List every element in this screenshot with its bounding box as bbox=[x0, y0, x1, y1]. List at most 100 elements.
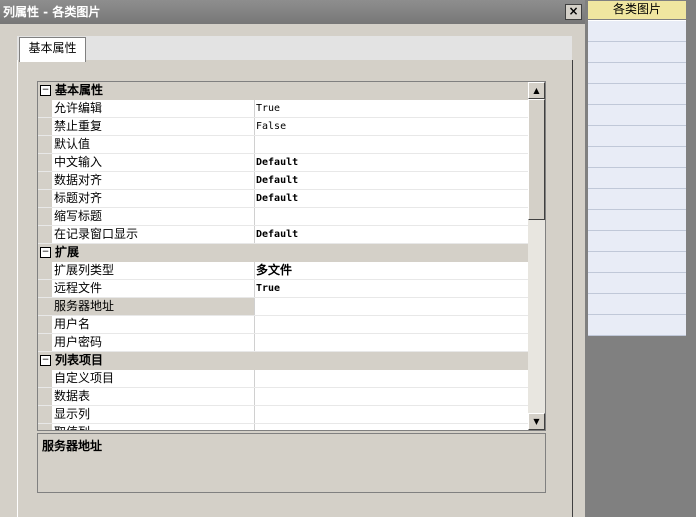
property-row[interactable]: 用户密码 bbox=[38, 334, 528, 352]
property-name[interactable]: 自定义项目 bbox=[52, 370, 255, 387]
property-value[interactable] bbox=[256, 424, 526, 430]
property-row[interactable]: 服务器地址 bbox=[38, 298, 528, 316]
property-name[interactable]: 用户名 bbox=[52, 316, 255, 333]
property-row[interactable]: 默认值 bbox=[38, 136, 528, 154]
property-name[interactable]: 取值列 bbox=[52, 424, 255, 430]
property-row[interactable]: 数据表 bbox=[38, 388, 528, 406]
tab-basic-properties[interactable]: 基本属性 bbox=[19, 37, 86, 62]
property-value[interactable]: Default bbox=[256, 154, 526, 171]
property-name[interactable]: 在记录窗口显示 bbox=[52, 226, 255, 243]
property-value[interactable]: True bbox=[256, 100, 526, 117]
preview-row[interactable] bbox=[588, 231, 686, 252]
preview-row[interactable] bbox=[588, 42, 686, 63]
property-row[interactable]: 用户名 bbox=[38, 316, 528, 334]
category-row[interactable]: − 基本属性 bbox=[38, 82, 528, 100]
property-value[interactable]: Default bbox=[256, 172, 526, 189]
preview-row[interactable] bbox=[588, 126, 686, 147]
property-row[interactable]: 禁止重复 False bbox=[38, 118, 528, 136]
property-name[interactable]: 默认值 bbox=[52, 136, 255, 153]
preview-row[interactable] bbox=[588, 63, 686, 84]
gutter bbox=[38, 100, 52, 117]
category-label: 列表项目 bbox=[55, 353, 104, 367]
preview-row[interactable] bbox=[588, 273, 686, 294]
property-value[interactable] bbox=[256, 208, 526, 225]
property-name[interactable]: 允许编辑 bbox=[52, 100, 255, 117]
property-row[interactable]: 扩展列类型 多文件 bbox=[38, 262, 528, 280]
property-value[interactable] bbox=[256, 136, 526, 153]
close-button[interactable]: × bbox=[565, 4, 582, 20]
property-row[interactable]: 在记录窗口显示 Default bbox=[38, 226, 528, 244]
collapse-toggle-icon[interactable]: − bbox=[40, 247, 51, 258]
property-name[interactable]: 服务器地址 bbox=[52, 298, 255, 315]
category-label: 扩展 bbox=[55, 245, 80, 259]
property-name[interactable]: 用户密码 bbox=[52, 334, 255, 351]
gutter bbox=[38, 316, 52, 333]
property-value[interactable]: Default bbox=[256, 190, 526, 207]
collapse-toggle-icon[interactable]: − bbox=[40, 355, 51, 366]
property-name[interactable]: 缩写标题 bbox=[52, 208, 255, 225]
property-row[interactable]: 远程文件 True bbox=[38, 280, 528, 298]
property-value[interactable] bbox=[256, 370, 526, 387]
preview-row[interactable] bbox=[588, 21, 686, 42]
property-value[interactable] bbox=[256, 406, 526, 423]
category-row[interactable]: − 列表项目 bbox=[38, 352, 528, 370]
property-name[interactable]: 禁止重复 bbox=[52, 118, 255, 135]
scroll-thumb[interactable] bbox=[528, 99, 545, 220]
title-bar: 列属性 - 各类图片 × bbox=[0, 0, 585, 24]
property-row[interactable]: 标题对齐 Default bbox=[38, 190, 528, 208]
property-grid: − 基本属性 允许编辑 True 禁止重复 False 默认值 中文输入 Default 数据对齐… bbox=[37, 81, 546, 431]
gutter bbox=[38, 190, 52, 207]
gutter bbox=[38, 262, 52, 279]
gutter bbox=[38, 136, 52, 153]
preview-row[interactable] bbox=[588, 84, 686, 105]
column-header[interactable]: 各类图片 bbox=[588, 1, 686, 20]
property-name[interactable]: 中文输入 bbox=[52, 154, 255, 171]
property-row[interactable]: 允许编辑 True bbox=[38, 100, 528, 118]
property-value[interactable]: True bbox=[256, 280, 526, 297]
property-name[interactable]: 数据对齐 bbox=[52, 172, 255, 189]
gutter bbox=[38, 118, 52, 135]
gutter bbox=[38, 208, 52, 225]
preview-row[interactable] bbox=[588, 105, 686, 126]
description-title: 服务器地址 bbox=[42, 439, 103, 453]
property-value[interactable]: 多文件 bbox=[256, 262, 526, 279]
category-row[interactable]: − 扩展 bbox=[38, 244, 528, 262]
property-row[interactable]: 自定义项目 bbox=[38, 370, 528, 388]
preview-row[interactable] bbox=[588, 210, 686, 231]
property-name[interactable]: 显示列 bbox=[52, 406, 255, 423]
column-properties-dialog: 列属性 - 各类图片 × 基本属性 − 基本属性 允许编辑 True 禁止重复 False… bbox=[0, 0, 585, 517]
gutter bbox=[38, 424, 52, 430]
description-panel: 服务器地址 bbox=[37, 433, 546, 493]
property-value[interactable] bbox=[256, 298, 526, 315]
property-row[interactable]: 取值列 bbox=[38, 424, 528, 430]
preview-row[interactable] bbox=[588, 252, 686, 273]
property-name[interactable]: 扩展列类型 bbox=[52, 262, 255, 279]
property-value[interactable] bbox=[256, 316, 526, 333]
property-name[interactable]: 数据表 bbox=[52, 388, 255, 405]
gutter bbox=[38, 406, 52, 423]
property-value[interactable]: False bbox=[256, 118, 526, 135]
scroll-down-arrow-icon[interactable]: ▼ bbox=[528, 413, 545, 430]
scroll-up-arrow-icon[interactable]: ▲ bbox=[528, 82, 545, 99]
preview-row[interactable] bbox=[588, 168, 686, 189]
property-name[interactable]: 远程文件 bbox=[52, 280, 255, 297]
property-value[interactable]: Default bbox=[256, 226, 526, 243]
property-row[interactable]: 数据对齐 Default bbox=[38, 172, 528, 190]
property-value[interactable] bbox=[256, 388, 526, 405]
grid-scrollbar[interactable]: ▲ ▼ bbox=[528, 82, 545, 430]
tab-strip: 基本属性 bbox=[17, 36, 572, 62]
collapse-toggle-icon[interactable]: − bbox=[40, 85, 51, 96]
window-title: 列属性 - 各类图片 bbox=[3, 5, 101, 19]
preview-row[interactable] bbox=[588, 294, 686, 315]
gutter: − bbox=[38, 244, 52, 261]
preview-row[interactable] bbox=[588, 315, 686, 336]
property-row[interactable]: 显示列 bbox=[38, 406, 528, 424]
preview-row[interactable] bbox=[588, 189, 686, 210]
property-value[interactable] bbox=[256, 334, 526, 351]
category-label: 基本属性 bbox=[55, 83, 104, 97]
property-row[interactable]: 中文输入 Default bbox=[38, 154, 528, 172]
preview-row[interactable] bbox=[588, 147, 686, 168]
property-row[interactable]: 缩写标题 bbox=[38, 208, 528, 226]
gutter bbox=[38, 172, 52, 189]
property-name[interactable]: 标题对齐 bbox=[52, 190, 255, 207]
